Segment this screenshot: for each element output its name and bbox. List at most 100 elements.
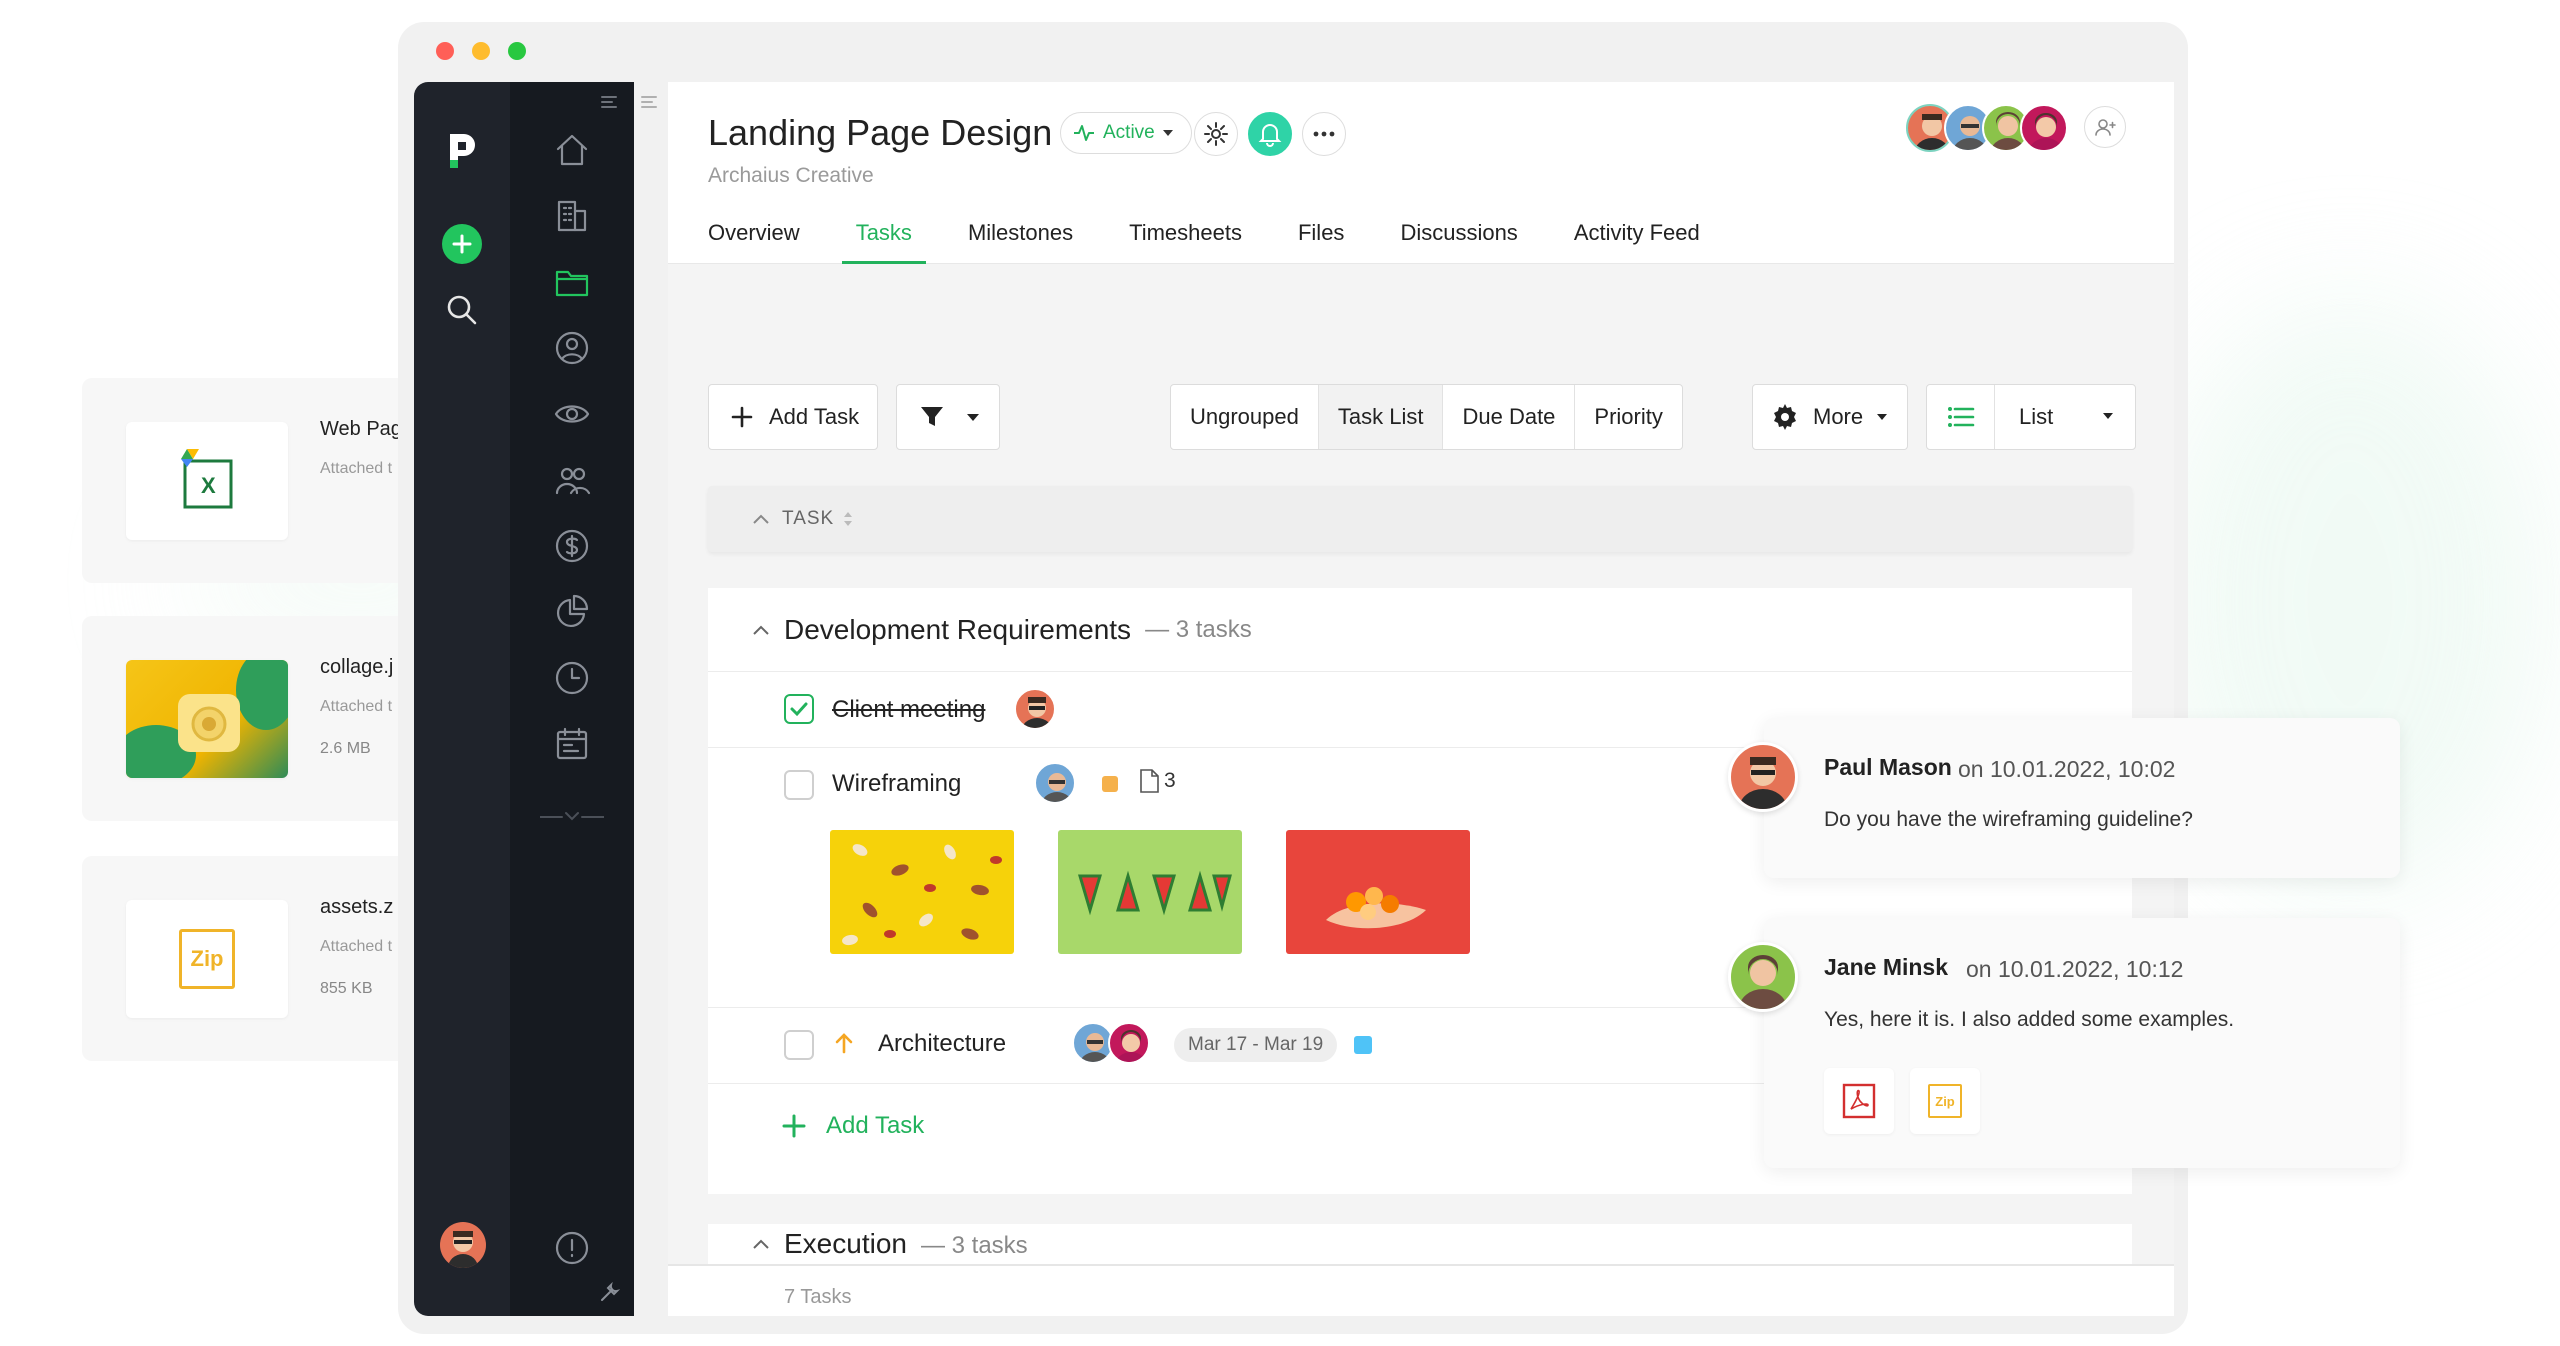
group-by-task-list[interactable]: Task List [1318, 385, 1444, 449]
zip-attachment[interactable]: Zip [1910, 1068, 1980, 1134]
more-label: More [1813, 404, 1864, 429]
collapse-icon[interactable] [539, 810, 605, 829]
task-name[interactable]: Client meeting [832, 696, 985, 724]
image-thumbnail-fruit-hand[interactable] [1286, 830, 1470, 954]
task-name[interactable]: Architecture [878, 1030, 1006, 1058]
sort-icon[interactable] [842, 510, 854, 528]
add-member-button[interactable] [2084, 106, 2126, 148]
pdf-icon [1842, 1083, 1876, 1119]
notifications-button[interactable] [1248, 112, 1292, 156]
tab-discussions[interactable]: Discussions [1400, 220, 1517, 264]
excel-drive-icon: X [181, 449, 233, 509]
comment-card: Paul Mason on 10.01.2022, 10:02 Do you h… [1728, 718, 2400, 878]
calendar-icon[interactable] [552, 724, 592, 764]
plus-icon [782, 1114, 806, 1138]
collapse-sidebar-icon[interactable] [600, 94, 620, 115]
group-header[interactable]: Execution — 3 tasks [708, 1224, 2132, 1264]
attachment-card-zip[interactable]: Zip assets.z Attached t 855 KB [82, 856, 412, 1061]
settings-button[interactable] [1194, 112, 1238, 156]
more-dropdown[interactable]: More [1752, 384, 1908, 450]
attachment-card-excel[interactable]: X Web Pag Attached t [82, 378, 412, 583]
tab-tasks[interactable]: Tasks [841, 220, 927, 264]
user-avatar[interactable] [440, 1222, 486, 1268]
clock-icon[interactable] [552, 658, 592, 698]
folder-icon[interactable] [552, 262, 592, 302]
add-icon[interactable] [442, 224, 482, 264]
column-task-label: TASK [782, 508, 835, 529]
task-checkbox[interactable] [784, 694, 814, 724]
grouping-segmented-control: Ungrouped Task List Due Date Priority [1170, 384, 1683, 450]
tab-overview[interactable]: Overview [708, 220, 800, 264]
comment-author[interactable]: Paul Mason [1824, 754, 1952, 781]
comment-text: Yes, here it is. I also added some examp… [1824, 1008, 2235, 1031]
eye-icon[interactable] [552, 394, 592, 434]
logo-icon[interactable] [444, 130, 480, 170]
comment-text: Do you have the wireframing guideline? [1824, 808, 2193, 831]
tab-files[interactable]: Files [1298, 220, 1344, 264]
filter-icon [921, 407, 943, 426]
priority-up-arrow-icon [835, 1033, 853, 1054]
group-by-priority[interactable]: Priority [1575, 385, 1681, 449]
tab-activity-feed[interactable]: Activity Feed [1574, 220, 1700, 264]
assignee-avatar[interactable] [1034, 762, 1076, 804]
chart-pie-icon[interactable] [552, 592, 592, 632]
chevron-up-icon [753, 514, 769, 524]
view-dropdown[interactable]: List [1926, 384, 2136, 450]
maximize-window-button[interactable] [508, 42, 526, 60]
group-by-ungrouped[interactable]: Ungrouped [1171, 385, 1319, 449]
attachment-meta: Attached t [320, 698, 393, 715]
project-header: Landing Page Design Archaius Creative Ac… [668, 82, 2174, 264]
chevron-up-icon[interactable] [752, 1238, 770, 1250]
activity-icon [1074, 125, 1094, 141]
list-view-icon [1927, 385, 1995, 449]
home-icon[interactable] [552, 130, 592, 170]
image-thumbnail-watermelon[interactable] [1058, 830, 1242, 954]
attachment-name: collage.j [320, 656, 394, 678]
group-task-count: — 3 tasks [920, 1232, 1028, 1259]
comment-timestamp: on 10.01.2022, 10:02 [1958, 756, 2176, 782]
minimize-window-button[interactable] [472, 42, 490, 60]
building-icon[interactable] [552, 196, 592, 236]
tab-timesheets[interactable]: Timesheets [1129, 220, 1242, 264]
team-icon[interactable] [552, 460, 592, 500]
pdf-attachment[interactable] [1824, 1068, 1894, 1134]
comment-author-avatar[interactable] [1728, 742, 1798, 812]
group-add-task-button[interactable]: Add Task [782, 1112, 924, 1140]
close-window-button[interactable] [436, 42, 454, 60]
image-thumbnail-nuts[interactable] [830, 830, 1014, 954]
task-checkbox[interactable] [784, 1030, 814, 1060]
member-avatar[interactable] [2020, 104, 2068, 152]
dollar-icon[interactable] [552, 526, 592, 566]
comment-author-avatar[interactable] [1728, 942, 1798, 1012]
filter-button[interactable] [896, 384, 1000, 450]
group-by-due-date[interactable]: Due Date [1443, 385, 1576, 449]
add-task-button[interactable]: Add Task [708, 384, 878, 450]
more-options-button[interactable] [1302, 112, 1346, 156]
collapse-panel-icon[interactable] [640, 94, 660, 115]
assignee-avatar[interactable] [1014, 688, 1056, 730]
chevron-up-icon[interactable] [752, 624, 770, 636]
task-column-header[interactable]: TASK [708, 486, 2132, 552]
wrench-icon[interactable] [598, 1281, 621, 1309]
check-icon [790, 702, 808, 717]
excel-file-thumb: X [126, 422, 288, 540]
tab-milestones[interactable]: Milestones [968, 220, 1073, 264]
task-checkbox[interactable] [784, 770, 814, 800]
status-dropdown[interactable]: Active [1060, 112, 1192, 154]
info-icon[interactable] [552, 1228, 592, 1268]
attachments-indicator[interactable]: 3 [1138, 768, 1176, 794]
group-add-task-label: Add Task [826, 1112, 925, 1139]
icon-rail [414, 82, 510, 1316]
add-task-label: Add Task [769, 404, 860, 429]
group-header[interactable]: Development Requirements — 3 tasks [708, 588, 2132, 672]
attachment-card-collage[interactable]: collage.j Attached t 2.6 MB [82, 616, 412, 821]
nav-sidebar [510, 82, 634, 1316]
assignee-avatar[interactable] [1108, 1022, 1150, 1064]
caret-down-icon [2103, 413, 2113, 419]
search-icon[interactable] [444, 292, 480, 328]
comment-author[interactable]: Jane Minsk [1824, 954, 1948, 981]
caret-down-icon [1877, 414, 1888, 420]
due-date-badge[interactable]: Mar 17 - Mar 19 [1174, 1028, 1338, 1062]
user-circle-icon[interactable] [552, 328, 592, 368]
task-name[interactable]: Wireframing [832, 770, 961, 798]
